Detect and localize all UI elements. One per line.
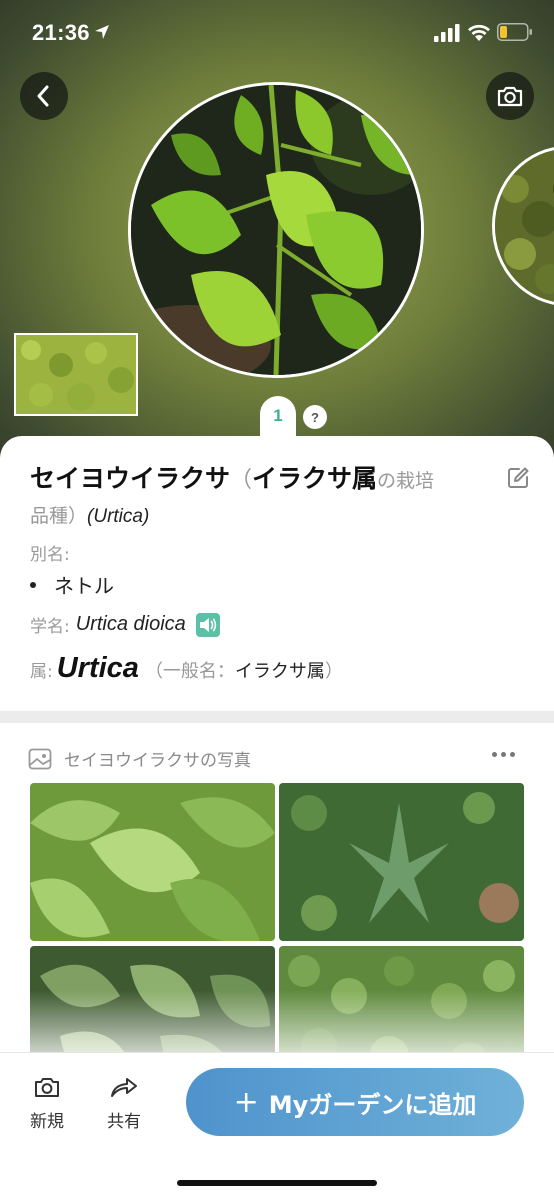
pronunciation-button[interactable] — [195, 612, 220, 637]
photo-tile[interactable] — [279, 783, 524, 941]
camera-button[interactable] — [486, 72, 534, 120]
main-plant-photo[interactable] — [128, 82, 424, 378]
nettle-field-thumbnail — [16, 335, 136, 414]
photo-tile[interactable] — [30, 783, 275, 941]
genus-common-close: ） — [324, 661, 343, 682]
nettle-bush-image — [495, 149, 554, 303]
signal-icon — [434, 24, 460, 42]
scientific-label: 学名: — [30, 617, 70, 637]
bullet-icon — [30, 581, 36, 588]
nettle-photo-1 — [30, 783, 275, 941]
scientific-name: Urtica dioica — [75, 613, 186, 635]
share-label: 共有 — [107, 1112, 141, 1132]
plant-title: セイヨウイラクサ（イラクサ属の栽培 品種）(Urtica) — [30, 462, 480, 534]
cultivar-suffix: の栽培 — [377, 470, 435, 492]
thumbnail-photo[interactable] — [14, 333, 138, 416]
add-to-garden-label: Myガーデンに追加 — [268, 1090, 477, 1119]
share-button[interactable]: 共有 — [94, 1075, 154, 1132]
wifi-icon — [468, 24, 490, 41]
next-plant-photo[interactable] — [492, 146, 554, 306]
home-indicator — [177, 1180, 377, 1186]
plant-common-name: セイヨウイラクサ — [30, 464, 231, 493]
plant-info-card: セイヨウイラクサ（イラクサ属の栽培 品種）(Urtica) 別名: ネトル 学名… — [0, 436, 554, 711]
new-button[interactable]: 新規 — [17, 1075, 77, 1132]
genus-latin-title: (Urtica) — [87, 506, 150, 527]
help-button[interactable]: ? — [303, 405, 327, 429]
genus-row: 属: Urtica （一般名：イラクサ属） — [30, 652, 343, 685]
scientific-name-row: 学名: Urtica dioica — [30, 612, 220, 637]
cultivar-suffix-line2: 品種） — [30, 505, 88, 527]
battery-icon — [497, 23, 532, 41]
genus-common-name: （一般名：イラクサ属） — [145, 657, 343, 683]
genus-common-value: イラクサ属 — [234, 661, 325, 682]
plant-genus-name-jp: イラクサ属 — [252, 464, 378, 493]
genus-common-open: （一般名： — [144, 661, 235, 682]
camera-icon — [497, 86, 523, 107]
more-dots-icon[interactable] — [492, 752, 515, 757]
page-indicator-current[interactable]: 1 — [260, 396, 296, 440]
hero-section: 21:36 1 ? — [0, 0, 554, 460]
photos-header: セイヨウイラクサの写真 — [28, 746, 251, 771]
status-time: 21:36 — [32, 20, 90, 45]
alias-text: ネトル — [54, 574, 114, 598]
location-arrow-icon — [95, 25, 109, 39]
alias-label: 別名: — [30, 545, 70, 565]
section-divider — [0, 711, 554, 723]
plus-icon: + — [233, 1084, 259, 1120]
share-arrow-icon — [111, 1078, 137, 1097]
alias-item: ネトル — [30, 570, 114, 599]
scroll-fade-overlay — [0, 990, 554, 1054]
edit-icon[interactable] — [506, 466, 530, 490]
add-to-garden-button[interactable]: + Myガーデンに追加 — [186, 1068, 524, 1136]
nettle-photo-2 — [279, 783, 524, 941]
nettle-leaves-image — [131, 85, 421, 375]
back-button[interactable] — [20, 72, 68, 120]
genus-value[interactable]: Urtica — [57, 652, 139, 685]
new-label: 新規 — [30, 1112, 64, 1132]
speaker-icon — [199, 617, 216, 632]
new-camera-icon — [35, 1078, 59, 1097]
genus-label: 属: — [30, 662, 53, 682]
status-bar: 21:36 — [0, 0, 554, 64]
photo-gallery-icon — [28, 748, 52, 769]
bottom-bar: 新規 共有 + Myガーデンに追加 — [0, 1052, 554, 1201]
title-paren-open: （ — [230, 468, 253, 493]
photos-title: セイヨウイラクサの写真 — [64, 751, 251, 771]
back-chevron-icon — [37, 85, 49, 107]
